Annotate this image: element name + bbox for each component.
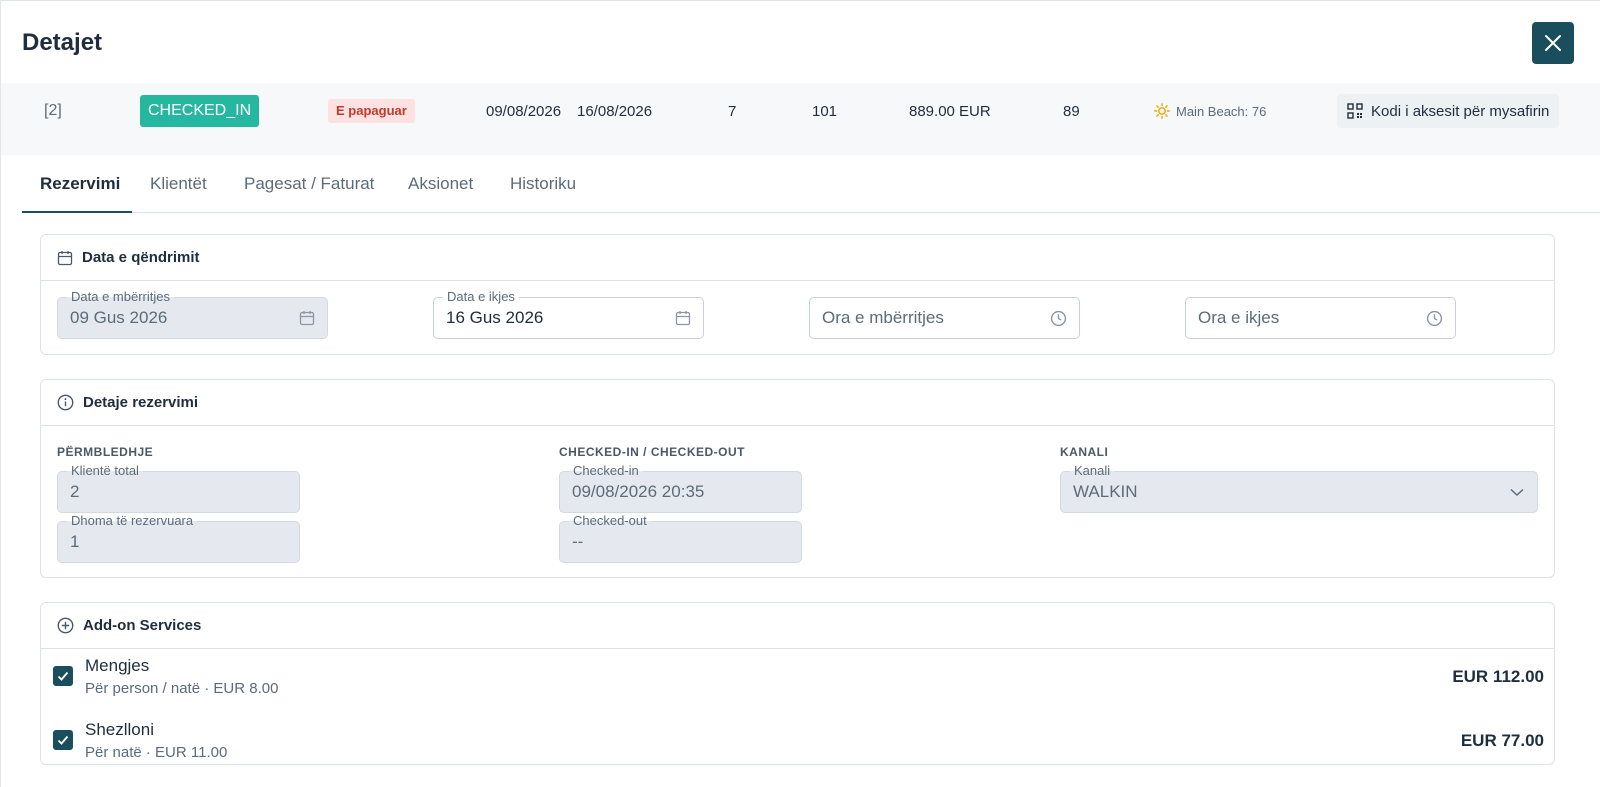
page-title: Detajet — [22, 29, 103, 56]
addon-name: Mengjes — [85, 656, 150, 675]
reservation-details-header: Detaje rezervimi — [41, 380, 1554, 426]
check-icon — [57, 735, 69, 745]
booked-rooms-label: Dhoma të rezervuara — [67, 514, 198, 528]
arrival-time-field[interactable]: Ora e mbërritjes — [809, 297, 1080, 339]
status-badge: CHECKED_IN — [140, 95, 260, 127]
total-clients-label: Klientë total — [67, 464, 143, 478]
booked-rooms-field: Dhoma të rezervuara 1 — [57, 514, 300, 563]
date-from: 09/08/2026 — [486, 102, 562, 120]
addon-checkbox[interactable] — [53, 666, 73, 686]
addon-services-header: Add-on Services — [41, 603, 1554, 649]
plus-circle-icon — [57, 617, 74, 634]
date-to: 16/08/2026 — [577, 102, 653, 120]
details-panel: Detajet [2] CHECKED_IN E papaguar 09/08/… — [0, 0, 1600, 787]
departure-date-value: 16 Gus 2026 — [446, 308, 544, 327]
checked-in-label: Checked-in — [569, 464, 643, 478]
beach-info: Main Beach: 76 — [1154, 83, 1266, 139]
calendar-icon — [299, 311, 315, 326]
reservation-summary: [2] CHECKED_IN E papaguar 09/08/2026 16/… — [1, 83, 1600, 155]
tab-pagesat-faturat[interactable]: Pagesat / Faturat — [226, 155, 392, 213]
room-number: 101 — [812, 102, 838, 120]
info-icon — [57, 394, 74, 411]
addon-item: Mengjes Për person / natë · EUR 8.00 EUR… — [41, 649, 1556, 711]
addon-name: Shezlloni — [85, 720, 154, 739]
arrival-date-value: 09 Gus 2026 — [70, 308, 168, 327]
addon-item: Shezlloni Për natë · EUR 11.00 EUR 77.00 — [41, 713, 1556, 775]
checkin-checkout-heading: CHECKED-IN / CHECKED-OUT — [559, 445, 745, 459]
close-button[interactable] — [1532, 22, 1574, 64]
booked-rooms-value: 1 — [70, 532, 80, 551]
total-clients-field: Klientë total 2 — [57, 464, 300, 513]
departure-date-label: Data e ikjes — [443, 290, 519, 304]
access-button-label: Kodi i aksesit për mysafirin — [1371, 102, 1550, 120]
departure-time-field[interactable]: Ora e ikjes — [1185, 297, 1456, 339]
reservation-details-card: Detaje rezervimi PËRMBLEDHJE Klientë tot… — [40, 379, 1555, 578]
channel-label: Kanali — [1070, 464, 1115, 478]
addon-price: EUR 77.00 — [1460, 731, 1544, 750]
addon-services-title: Add-on Services — [83, 617, 202, 634]
channel-value: WALKIN — [1073, 482, 1138, 501]
addon-description: Për person / natë · EUR 8.00 — [85, 680, 279, 697]
stay-dates-header: Data e qëndrimit — [41, 235, 1554, 281]
arrival-date-label: Data e mbërritjes — [67, 290, 174, 304]
tab-klientet[interactable]: Klientët — [132, 155, 225, 213]
tab-historiku[interactable]: Historiku — [492, 155, 594, 213]
channel-select[interactable]: Kanali WALKIN — [1060, 464, 1538, 513]
tab-rezervimi[interactable]: Rezervimi — [22, 155, 132, 213]
reservation-details-title: Detaje rezervimi — [83, 394, 199, 411]
check-icon — [57, 671, 69, 681]
arrival-date-field[interactable]: Data e mbërritjes 09 Gus 2026 — [57, 290, 328, 339]
addon-checkbox[interactable] — [53, 730, 73, 750]
clock-icon — [1050, 310, 1067, 327]
payment-status-badge: E papaguar — [328, 99, 415, 123]
tab-aksionet[interactable]: Aksionet — [390, 155, 491, 213]
checked-out-field: Checked-out -- — [559, 514, 802, 563]
calendar-icon — [57, 250, 73, 265]
checked-out-value: -- — [572, 532, 584, 551]
close-icon — [1545, 35, 1561, 51]
addon-price: EUR 112.00 — [1452, 667, 1544, 686]
chevron-down-icon — [1510, 488, 1524, 497]
nights-count: 7 — [728, 102, 737, 120]
total-clients-value: 2 — [70, 482, 80, 501]
channel-heading: KANALI — [1060, 445, 1109, 459]
calendar-icon — [675, 311, 691, 326]
summary-heading: PËRMBLEDHJE — [57, 445, 154, 459]
beach-label: Main Beach: 76 — [1176, 103, 1267, 119]
guest-access-code-button[interactable]: Kodi i aksesit për mysafirin — [1337, 94, 1560, 128]
sun-icon — [1154, 103, 1170, 119]
departure-time-placeholder: Ora e ikjes — [1198, 308, 1280, 327]
clock-icon — [1426, 310, 1443, 327]
qr-code-icon — [1347, 103, 1363, 119]
reservation-id: 89 — [1063, 102, 1080, 120]
addon-description: Për natë · EUR 11.00 — [85, 744, 228, 761]
checked-in-field: Checked-in 09/08/2026 20:35 — [559, 464, 802, 513]
checked-out-label: Checked-out — [569, 514, 651, 528]
addon-services-card: Add-on Services Mengjes Për person / nat… — [40, 602, 1555, 765]
arrival-time-placeholder: Ora e mbërritjes — [822, 308, 944, 327]
checked-in-value: 09/08/2026 20:35 — [572, 482, 705, 501]
departure-date-field[interactable]: Data e ikjes 16 Gus 2026 — [433, 290, 704, 339]
stay-dates-card: Data e qëndrimit Data e mbërritjes 09 Gu… — [40, 234, 1555, 355]
guests-count: [2] — [44, 102, 62, 119]
total-amount: 889.00 EUR — [909, 102, 991, 120]
tab-bar: Rezervimi Klientët Pagesat / Faturat Aks… — [22, 155, 1600, 213]
stay-dates-title: Data e qëndrimit — [82, 249, 200, 266]
